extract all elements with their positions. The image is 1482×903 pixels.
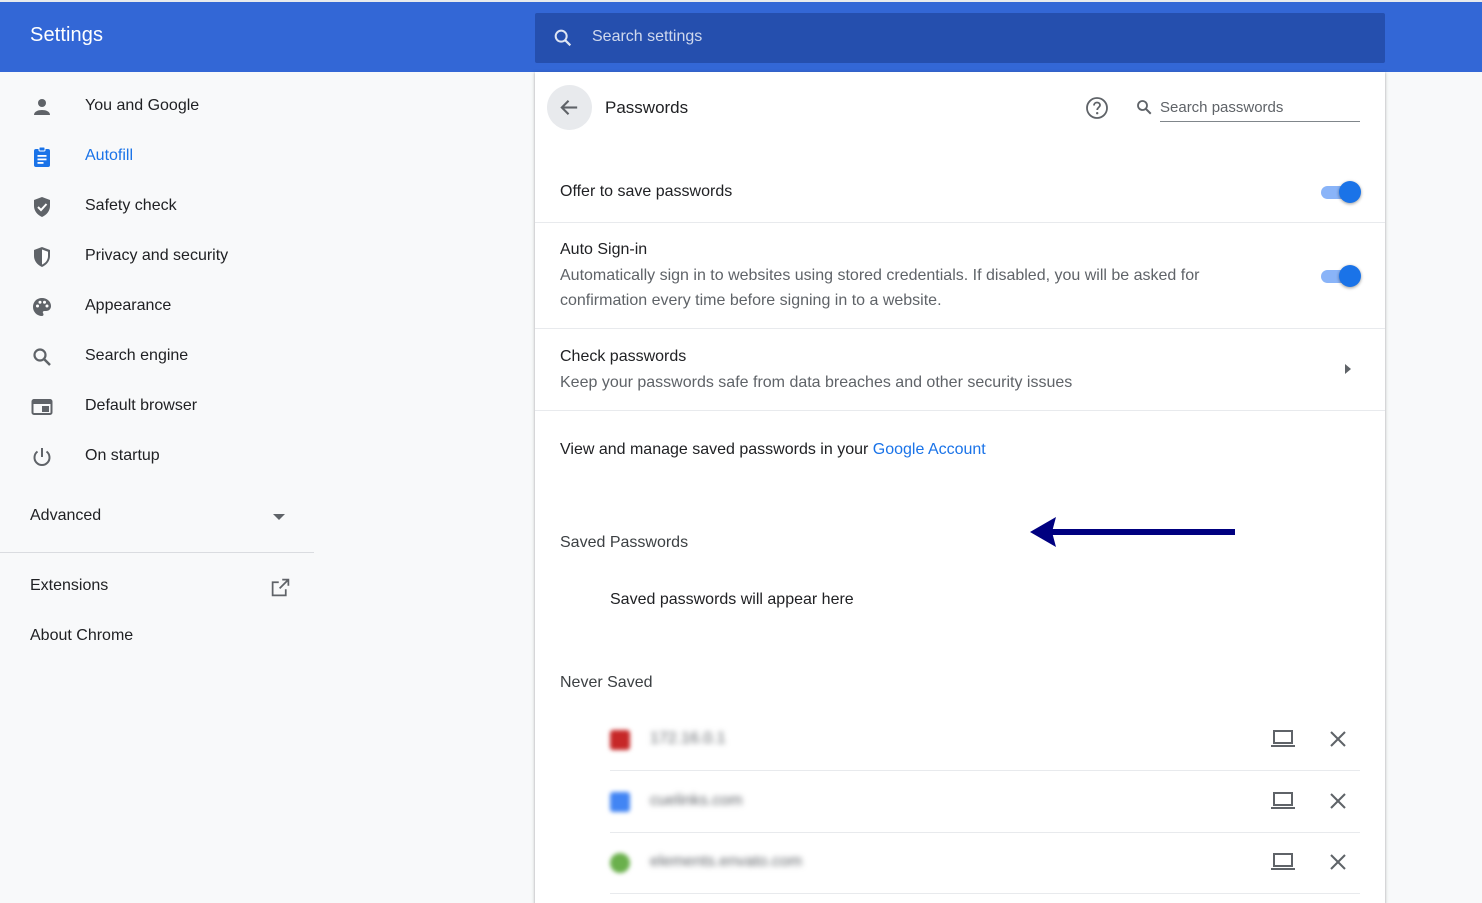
check-passwords-label: Check passwords (560, 348, 687, 365)
open-in-new-icon (271, 578, 290, 597)
sidebar-item-label: Search engine (85, 347, 189, 364)
header-title: Settings (30, 24, 104, 46)
shield-icon (34, 247, 50, 267)
auto-signin-description: Automatically sign in to websites using … (560, 267, 1200, 309)
sidebar-item-label: Privacy and security (85, 247, 229, 264)
sidebar-item-label: Autofill (85, 147, 134, 164)
laptop-icon (1271, 730, 1295, 747)
auto-signin-label: Auto Sign-in (560, 241, 648, 258)
manage-passwords-text: View and manage saved passwords in your … (560, 441, 986, 459)
sidebar-item-label: You and Google (85, 97, 200, 114)
row-divider (610, 770, 1360, 771)
settings-header: Settings Search settings (0, 0, 1482, 72)
back-button[interactable] (547, 85, 592, 130)
saved-passwords-heading: Saved Passwords (560, 534, 689, 551)
power-icon (33, 448, 51, 466)
never-saved-site: 172.16.0.1 (650, 730, 726, 747)
saved-passwords-empty-text: Saved passwords will appear here (610, 591, 854, 608)
search-icon (554, 29, 572, 47)
list-item: cuelinks.com (610, 772, 1360, 833)
laptop-icon (1271, 792, 1295, 809)
chevron-down-icon (273, 514, 285, 520)
shield-check-icon (34, 197, 50, 217)
offer-to-save-toggle[interactable] (1321, 181, 1361, 203)
chevron-right-icon (1345, 364, 1351, 374)
close-icon[interactable] (1328, 852, 1348, 872)
sidebar-item-safety-check[interactable]: Safety check (0, 182, 314, 232)
advanced-label: Advanced (30, 507, 102, 524)
passwords-card: Passwords Offer to save passwords Auto S… (535, 72, 1385, 903)
sidebar-advanced-toggle[interactable]: Advanced (0, 492, 314, 542)
sidebar-item-label: Default browser (85, 397, 198, 414)
sidebar-divider (0, 552, 314, 553)
row-divider (535, 410, 1385, 411)
sidebar-item-search-engine[interactable]: Search engine (0, 332, 314, 382)
sidebar-item-privacy-and-security[interactable]: Privacy and security (0, 232, 314, 282)
annotation-arrow-icon (1030, 517, 1235, 547)
sidebar-item-you-and-google[interactable]: You and Google (0, 82, 314, 132)
toggle-knob (1339, 265, 1361, 287)
settings-search-bar[interactable]: Search settings (535, 13, 1385, 63)
search-icon (33, 348, 51, 366)
laptop-icon (1271, 853, 1295, 870)
never-saved-site: cuelinks.com (650, 792, 743, 809)
site-favicon-icon (610, 730, 630, 750)
check-passwords-row[interactable]: Check passwords Keep your passwords safe… (535, 329, 1385, 410)
auto-signin-toggle[interactable] (1321, 265, 1361, 287)
clipboard-icon (34, 146, 50, 167)
search-icon (1137, 100, 1152, 115)
arrow-back-icon (560, 100, 578, 115)
offer-to-save-label: Offer to save passwords (560, 183, 733, 200)
site-favicon-icon (610, 853, 630, 873)
browser-icon (31, 399, 53, 415)
toggle-knob (1339, 181, 1361, 203)
google-account-link[interactable]: Google Account (873, 441, 986, 458)
never-saved-site: elements.envato.com (650, 853, 803, 870)
sidebar-item-autofill[interactable]: Autofill (0, 132, 314, 182)
sidebar-item-default-browser[interactable]: Default browser (0, 382, 314, 432)
row-divider (535, 222, 1385, 223)
help-icon[interactable] (1085, 96, 1109, 120)
about-chrome-label: About Chrome (30, 627, 134, 644)
manage-passwords-prefix: View and manage saved passwords in your (560, 441, 873, 458)
site-favicon-icon (610, 792, 630, 812)
list-item: 172.16.0.1 (610, 710, 1360, 771)
sidebar-item-label: On startup (85, 447, 160, 464)
sidebar-item-extensions[interactable]: Extensions (0, 562, 314, 612)
sidebar: You and Google Autofill Safety check Pri… (0, 72, 314, 903)
close-icon[interactable] (1328, 791, 1348, 811)
sidebar-item-on-startup[interactable]: On startup (0, 432, 314, 482)
settings-search-placeholder: Search settings (592, 28, 703, 45)
check-passwords-description: Keep your passwords safe from data breac… (560, 374, 1073, 391)
close-icon[interactable] (1328, 729, 1348, 749)
page-title: Passwords (605, 98, 689, 117)
search-passwords-input[interactable] (1160, 94, 1360, 122)
row-divider (610, 893, 1360, 894)
palette-icon (33, 298, 51, 316)
list-item: elements.envato.com (610, 833, 1360, 894)
sidebar-item-label: Safety check (85, 197, 177, 214)
never-saved-heading: Never Saved (560, 674, 653, 691)
sidebar-item-label: Appearance (85, 297, 172, 314)
extensions-label: Extensions (30, 577, 109, 594)
sidebar-item-appearance[interactable]: Appearance (0, 282, 314, 332)
sidebar-item-about-chrome[interactable]: About Chrome (0, 612, 314, 662)
person-icon (34, 99, 50, 115)
